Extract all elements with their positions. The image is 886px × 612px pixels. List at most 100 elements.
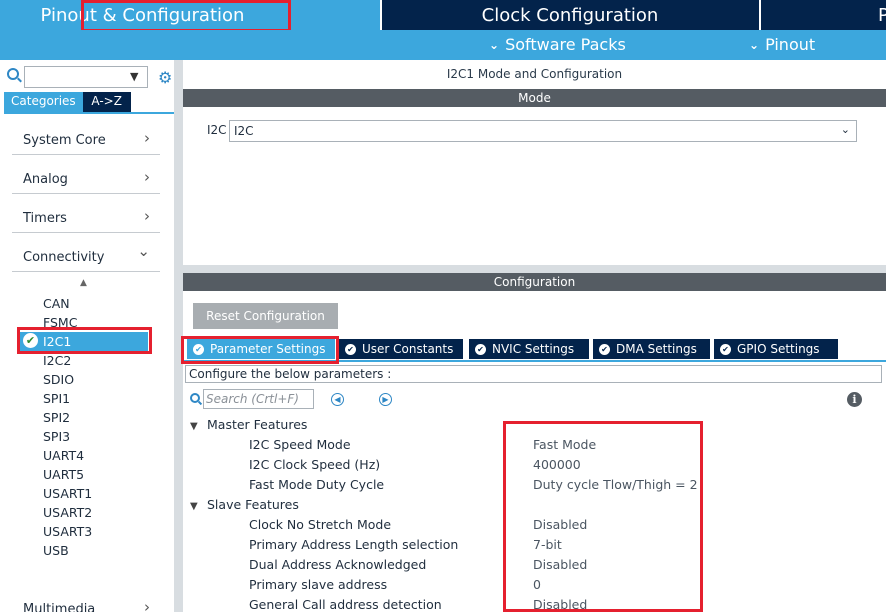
tab-label: User Constants <box>362 342 454 356</box>
group-master-features[interactable]: ▼ Master Features <box>190 417 307 432</box>
group-label: Slave Features <box>207 497 299 512</box>
mode-select[interactable]: I2C ⌄ <box>229 120 857 142</box>
param-value[interactable]: 400000 <box>533 457 581 472</box>
chevron-down-icon: ⌄ <box>840 123 850 136</box>
tab-label: NVIC Settings <box>492 342 575 356</box>
peripheral-uart5[interactable]: UART5 <box>43 467 84 482</box>
category-timers[interactable]: Timers › <box>12 201 160 233</box>
peripheral-label: I2C1 <box>43 334 72 349</box>
divider <box>183 360 886 362</box>
category-connectivity[interactable]: Connectivity ⌄ <box>12 240 160 272</box>
divider <box>4 112 174 114</box>
parameter-search-input[interactable]: Search (Crtl+F) <box>203 389 314 409</box>
check-icon: ✔ <box>193 343 204 355</box>
pinout-menu-label: Pinout <box>765 35 816 54</box>
category-tabs: Categories A->Z <box>4 92 131 112</box>
check-icon: ✔ <box>475 343 486 355</box>
configuration-tabs: ✔ Parameter Settings ✔ User Constants ✔ … <box>183 339 886 361</box>
tab-project-manager[interactable]: P <box>760 0 886 30</box>
tab-gpio-settings[interactable]: ✔ GPIO Settings <box>714 339 838 359</box>
param-name: Clock No Stretch Mode <box>249 517 392 532</box>
chevron-right-icon: › <box>144 598 150 612</box>
tab-nvic-settings[interactable]: ✔ NVIC Settings <box>469 339 589 359</box>
top-tab-bar: Pinout & Configuration Clock Configurati… <box>0 0 886 30</box>
page-title: I2C1 Mode and Configuration <box>446 67 623 81</box>
peripheral-i2c1[interactable]: ✔ I2C1 <box>20 332 148 351</box>
next-match-icon[interactable]: ▶ <box>379 393 392 406</box>
param-name: Fast Mode Duty Cycle <box>249 477 385 492</box>
check-icon: ✔ <box>345 343 356 355</box>
scroll-up-icon[interactable]: ▲ <box>80 278 87 288</box>
peripheral-spi1[interactable]: SPI1 <box>43 391 70 406</box>
group-label: Master Features <box>207 417 308 432</box>
param-value[interactable]: 0 <box>533 577 541 592</box>
panel-splitter[interactable] <box>174 60 183 612</box>
chevron-down-icon: ⌄ <box>749 37 760 52</box>
category-label: Analog <box>23 172 68 187</box>
pinout-menu[interactable]: ⌄ Pinout <box>749 35 815 54</box>
peripheral-usart1[interactable]: USART1 <box>43 486 92 501</box>
check-icon: ✔ <box>599 343 610 355</box>
peripheral-i2c2[interactable]: I2C2 <box>43 353 71 368</box>
param-name: Primary slave address <box>249 577 388 592</box>
search-icon <box>190 393 200 403</box>
tab-a-z[interactable]: A->Z <box>82 92 131 112</box>
tab-label: GPIO Settings <box>737 342 820 356</box>
software-packs-menu[interactable]: ⌄ Software Packs <box>489 35 626 54</box>
category-analog[interactable]: Analog › <box>12 162 160 194</box>
param-name: I2C Clock Speed (Hz) <box>249 457 381 472</box>
param-value[interactable]: Disabled <box>533 597 587 612</box>
left-panel: ▼ ⚙ Categories A->Z System Core › Analog… <box>0 60 174 612</box>
tab-clock-label: Clock Configuration <box>481 4 659 26</box>
gear-icon[interactable]: ⚙ <box>158 68 172 87</box>
param-value[interactable]: Duty cycle Tlow/Thigh = 2 <box>533 477 698 492</box>
category-system-core[interactable]: System Core › <box>12 123 160 155</box>
right-panel: I2C1 Mode and Configuration Mode I2C I2C… <box>183 60 886 612</box>
category-search-row: ▼ ⚙ <box>4 64 174 88</box>
param-value[interactable]: Disabled <box>533 557 587 572</box>
search-icon <box>7 68 19 80</box>
peripheral-usart3[interactable]: USART3 <box>43 524 92 539</box>
peripheral-sdio[interactable]: SDIO <box>43 372 74 387</box>
param-value[interactable]: Fast Mode <box>533 437 596 452</box>
mode-label: I2C <box>207 123 227 137</box>
peripheral-usb[interactable]: USB <box>43 543 69 558</box>
peripheral-spi3[interactable]: SPI3 <box>43 429 70 444</box>
configure-hint: Configure the below parameters : <box>185 365 882 383</box>
tab-label: Parameter Settings <box>210 342 326 356</box>
tab-dma-settings[interactable]: ✔ DMA Settings <box>593 339 710 359</box>
param-name: I2C Speed Mode <box>249 437 351 452</box>
param-value[interactable]: 7-bit <box>533 537 562 552</box>
chevron-down-icon[interactable]: ▼ <box>130 70 138 83</box>
tab-clock-configuration[interactable]: Clock Configuration <box>381 0 759 30</box>
mode-select-value: I2C <box>234 124 254 138</box>
tab-user-constants[interactable]: ✔ User Constants <box>339 339 463 359</box>
configuration-section-header: Configuration <box>183 273 886 291</box>
previous-match-icon[interactable]: ◀ <box>331 393 344 406</box>
section-splitter[interactable] <box>183 265 886 273</box>
peripheral-usart2[interactable]: USART2 <box>43 505 92 520</box>
tab-pinout-configuration[interactable]: Pinout & Configuration <box>0 0 380 30</box>
category-multimedia[interactable]: Multimedia › <box>12 592 160 612</box>
tab-label: DMA Settings <box>616 342 697 356</box>
mode-section-header: Mode <box>183 89 886 107</box>
check-icon: ✔ <box>720 343 731 355</box>
group-slave-features[interactable]: ▼ Slave Features <box>190 497 299 512</box>
param-name: General Call address detection <box>249 597 442 612</box>
peripheral-fsmc[interactable]: FSMC <box>43 315 77 330</box>
chevron-down-icon: ⌄ <box>489 37 500 52</box>
tab-parameter-settings[interactable]: ✔ Parameter Settings <box>187 339 335 359</box>
category-label: Connectivity <box>23 250 105 265</box>
param-value[interactable]: Disabled <box>533 517 587 532</box>
peripheral-uart4[interactable]: UART4 <box>43 448 84 463</box>
tab-project-label: P <box>878 4 886 26</box>
chevron-down-icon: ⌄ <box>137 242 150 260</box>
software-packs-label: Software Packs <box>505 35 626 54</box>
category-label: Multimedia <box>23 602 96 612</box>
tab-categories[interactable]: Categories <box>4 92 83 112</box>
category-label: Timers <box>23 211 67 226</box>
info-icon[interactable]: i <box>847 392 862 407</box>
reset-configuration-button[interactable]: Reset Configuration <box>193 303 338 329</box>
peripheral-spi2[interactable]: SPI2 <box>43 410 70 425</box>
peripheral-can[interactable]: CAN <box>43 296 70 311</box>
